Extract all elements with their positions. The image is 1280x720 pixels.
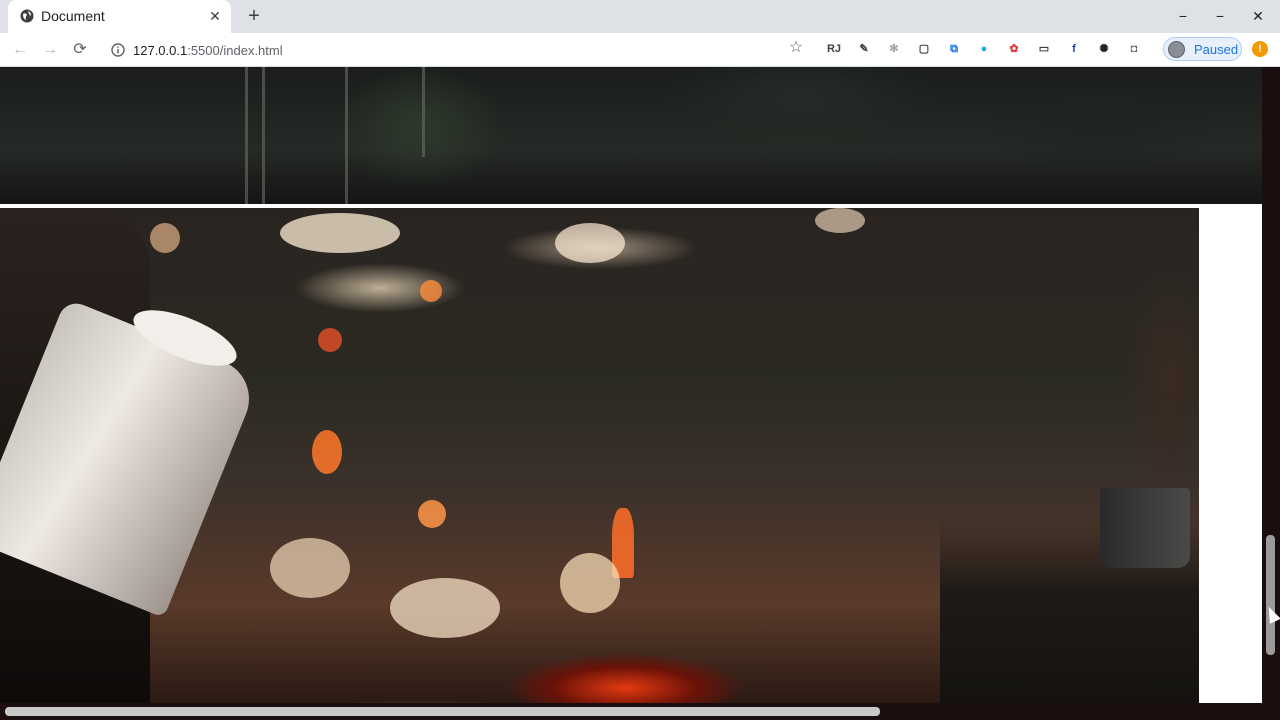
bokeh-light: [390, 578, 500, 638]
url-path: :5500/index.html: [187, 43, 283, 58]
swirl-extension-icon[interactable]: ✺: [1096, 41, 1112, 57]
snowflake-extension-icon[interactable]: ✻: [886, 41, 902, 57]
info-icon[interactable]: [111, 43, 125, 57]
new-tab-button[interactable]: +: [244, 6, 264, 26]
bokeh-light: [815, 208, 865, 233]
tab-strip: Document ✕ + − − ✕: [0, 0, 1280, 33]
bokeh-light: [318, 328, 342, 352]
translate-extension-icon[interactable]: ⧉: [946, 41, 962, 57]
square-extension-icon[interactable]: ▢: [916, 41, 932, 57]
tab-close-icon[interactable]: ✕: [207, 8, 223, 24]
forward-button[interactable]: →: [39, 39, 61, 61]
vertical-scroll-thumb[interactable]: [1266, 535, 1275, 655]
tree-trunk: [245, 67, 248, 204]
tab-document[interactable]: Document ✕: [8, 0, 231, 33]
mug: [1100, 488, 1190, 568]
update-menu-icon[interactable]: !: [1252, 41, 1268, 57]
minimize-button[interactable]: −: [1171, 6, 1195, 26]
url-text: 127.0.0.1:5500/index.html: [133, 43, 283, 58]
tab-title: Document: [41, 8, 105, 24]
blue-dot-extension-icon[interactable]: ●: [976, 41, 992, 57]
bokeh-light: [555, 223, 625, 263]
forest-image: [0, 67, 1262, 204]
tree-trunk: [345, 67, 348, 204]
person-right-silhouette: [940, 238, 1199, 703]
horizontal-scrollbar[interactable]: [0, 703, 1280, 720]
bokeh-light: [280, 213, 400, 253]
bokeh-light: [150, 223, 180, 253]
color-wheel-extension-icon[interactable]: ✿: [1006, 41, 1022, 57]
profile-status: Paused: [1194, 42, 1239, 57]
bokeh-light: [418, 500, 446, 528]
browser-toolbar: ← → ⟳ 127.0.0.1:5500/index.html: [0, 33, 1280, 67]
bokeh-light: [270, 538, 350, 598]
reload-button[interactable]: ⟳: [69, 39, 91, 61]
restore-button[interactable]: −: [1208, 6, 1232, 26]
globe-icon: [20, 9, 34, 23]
screen-extension-icon[interactable]: ▭: [1036, 41, 1052, 57]
campfire-image: [0, 208, 1199, 703]
bookmark-star-icon[interactable]: ☆: [785, 37, 807, 59]
bokeh-light: [420, 280, 442, 302]
eyedropper-extension-icon[interactable]: ✎: [856, 41, 872, 57]
back-button[interactable]: ←: [9, 39, 31, 61]
rj-extension-icon[interactable]: RJ: [826, 41, 842, 57]
tree-trunk: [422, 67, 425, 157]
tree-trunk: [262, 67, 265, 204]
bokeh-light: [560, 553, 620, 613]
burning-logs: [500, 648, 750, 703]
close-window-button[interactable]: ✕: [1246, 6, 1270, 26]
f-extension-icon[interactable]: f: [1066, 41, 1082, 57]
address-bar[interactable]: 127.0.0.1:5500/index.html: [102, 36, 816, 64]
bokeh-light: [312, 430, 342, 474]
url-host: 127.0.0.1: [133, 43, 188, 58]
avatar: [1168, 41, 1185, 58]
camera-extension-icon[interactable]: ◘: [1126, 41, 1142, 57]
profile-button[interactable]: Paused: [1163, 37, 1242, 61]
horizontal-scroll-thumb[interactable]: [5, 707, 880, 716]
page-viewport: [0, 67, 1262, 703]
